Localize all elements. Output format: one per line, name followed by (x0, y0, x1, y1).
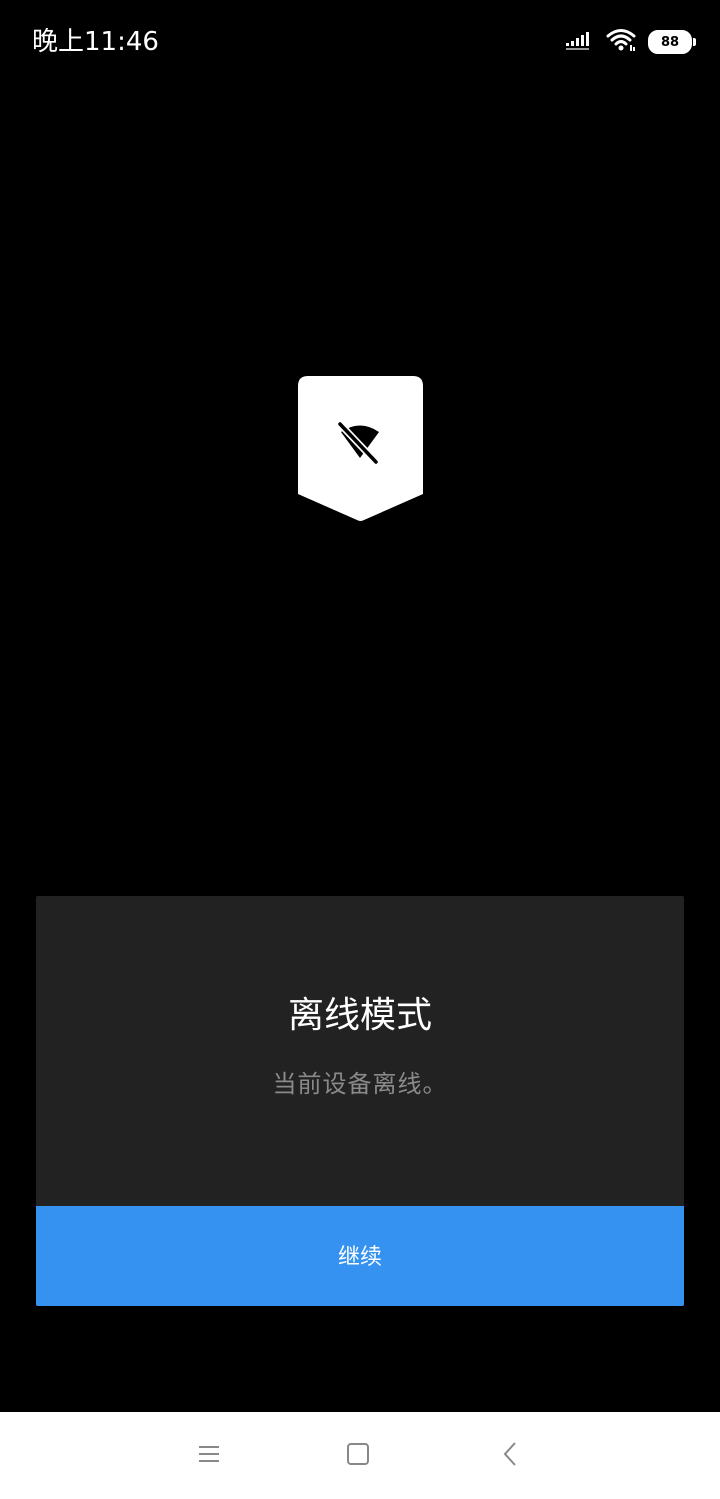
status-bar: 晚上11:46 88 (0, 0, 720, 84)
menu-icon (197, 1444, 221, 1468)
offline-badge (298, 376, 423, 522)
back-icon (500, 1441, 520, 1471)
battery-icon: 88 (648, 30, 696, 54)
dialog-title: 离线模式 (287, 995, 432, 1036)
battery-level: 88 (660, 34, 680, 50)
app-screen: 晚上11:46 88 离线模式 当前设备离线。 继续 (0, 0, 720, 1499)
continue-button[interactable]: 继续 (36, 1206, 684, 1306)
status-icons: 88 (566, 28, 696, 56)
home-icon (346, 1442, 370, 1470)
battery-tip (693, 38, 696, 46)
wifi-icon (606, 28, 636, 56)
navigation-bar (0, 1412, 720, 1499)
signal-icon (566, 29, 594, 55)
home-button[interactable] (336, 1434, 380, 1478)
status-time: 晚上11:46 (32, 27, 159, 57)
menu-button[interactable] (187, 1434, 231, 1478)
offline-dialog: 离线模式 当前设备离线。 继续 (36, 896, 684, 1306)
dialog-message: 当前设备离线。 (272, 1070, 448, 1098)
back-button[interactable] (488, 1434, 532, 1478)
